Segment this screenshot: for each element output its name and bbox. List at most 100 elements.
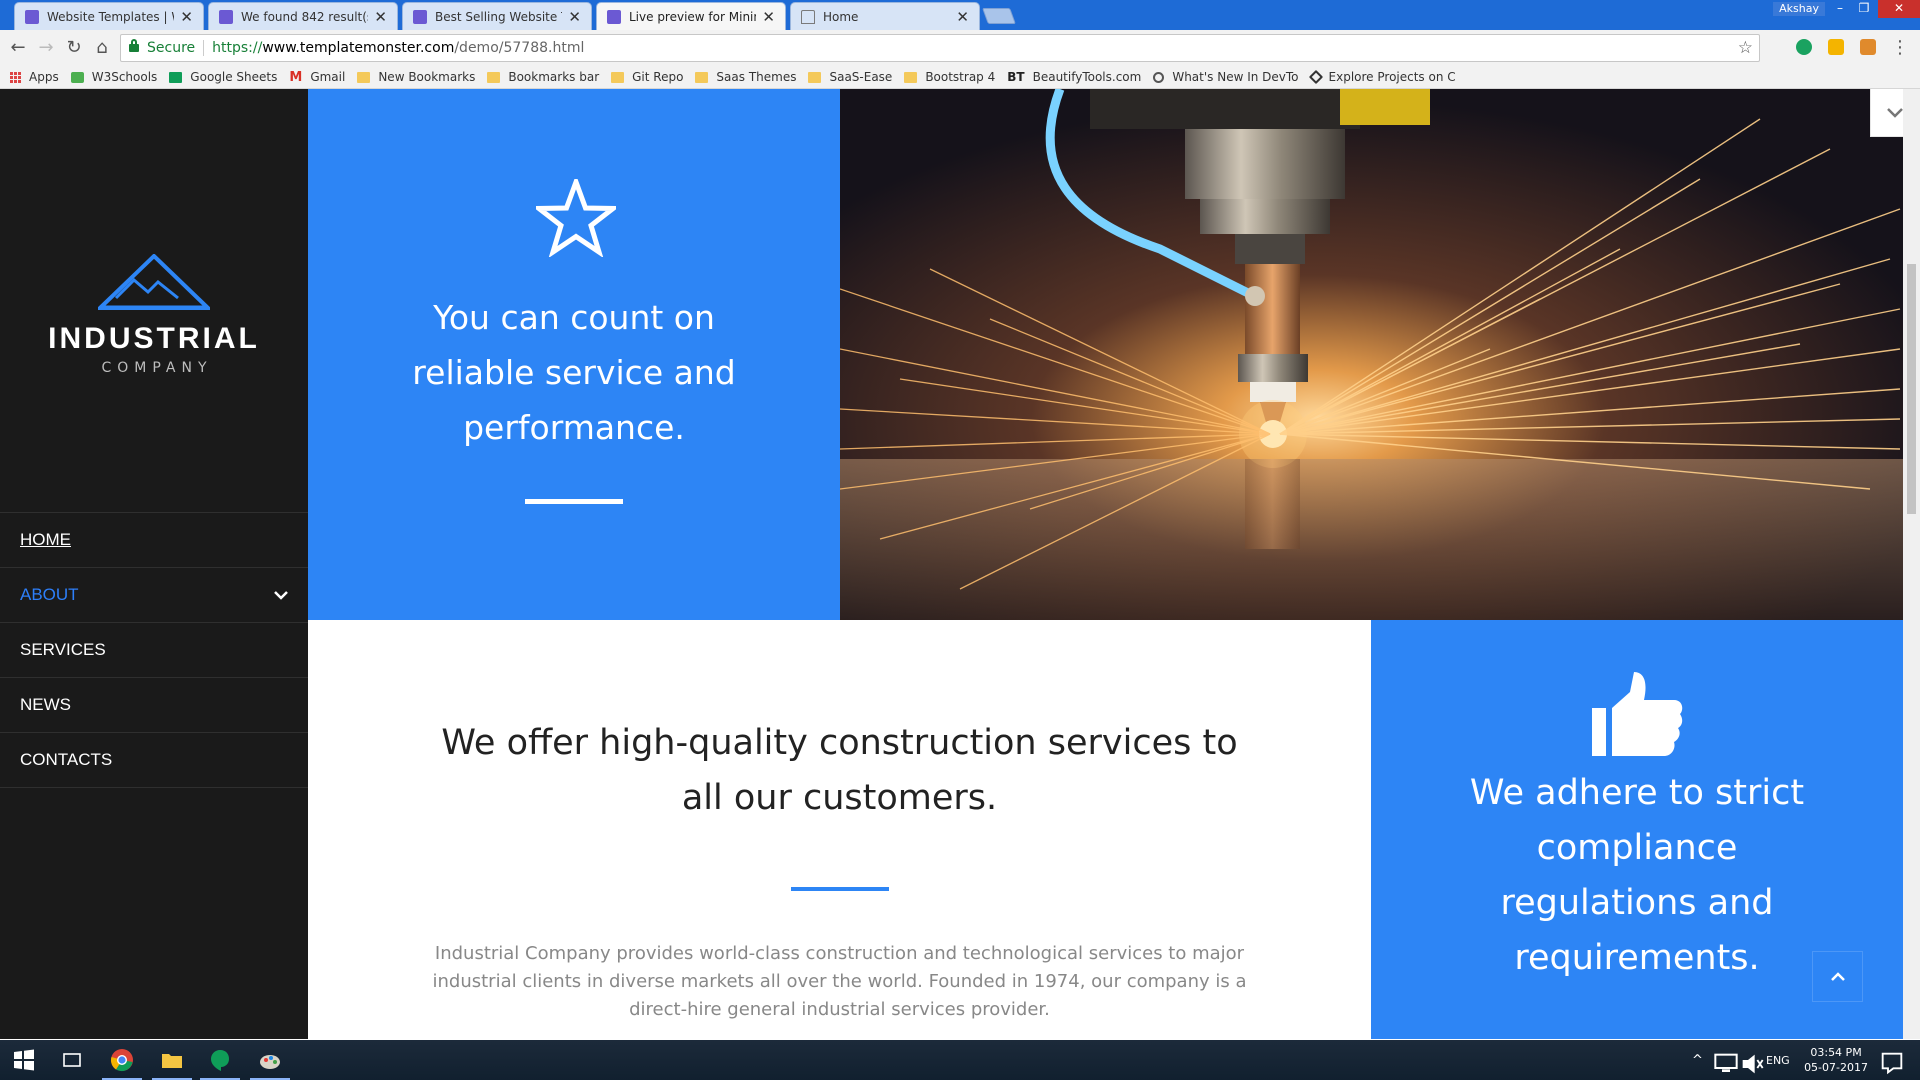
bookmark-star-icon[interactable]: ☆ bbox=[1738, 38, 1753, 58]
hangouts-icon[interactable] bbox=[208, 1048, 232, 1072]
close-window-icon[interactable]: ✕ bbox=[1878, 0, 1920, 18]
nav-item-home[interactable]: HOME bbox=[0, 513, 308, 568]
home-icon[interactable]: ⌂ bbox=[90, 36, 114, 60]
bookmark-folder[interactable]: Bookmarks bar bbox=[487, 70, 599, 84]
browser-tab[interactable]: Home ✕ bbox=[790, 2, 980, 30]
section-heading-line: We offer high-quality construction servi… bbox=[441, 723, 1238, 763]
menu-kebab-icon[interactable]: ⋮ bbox=[1888, 36, 1912, 60]
chevron-down-icon bbox=[1886, 107, 1903, 118]
tab-strip: Website Templates | Web ✕ We found 842 r… bbox=[0, 0, 1920, 30]
bookmark-folder[interactable]: Bootstrap 4 bbox=[904, 70, 995, 84]
nav-label: HOME bbox=[20, 530, 71, 549]
clock-time: 03:54 PM bbox=[1810, 1046, 1862, 1059]
windows-taskbar: ^ ENG 03:54 PM 05-07-2017 bbox=[0, 1040, 1920, 1080]
divider bbox=[203, 40, 205, 56]
browser-toolbar: ← → ↻ ⌂ Secure https://www.templatemonst… bbox=[0, 30, 1920, 66]
site-logo[interactable]: INDUSTRIAL COMPANY bbox=[0, 254, 308, 376]
notification-center-icon[interactable] bbox=[1880, 1051, 1904, 1075]
nav-item-services[interactable]: SERVICES bbox=[0, 623, 308, 678]
nav-item-contacts[interactable]: CONTACTS bbox=[0, 733, 308, 788]
feature-text-line: You can count on bbox=[433, 298, 715, 337]
nav-label: NEWS bbox=[20, 695, 71, 714]
paint-icon[interactable] bbox=[258, 1048, 282, 1072]
scrollbar-thumb[interactable] bbox=[1907, 264, 1916, 514]
extension-star-icon[interactable] bbox=[1828, 39, 1844, 55]
folder-icon bbox=[487, 71, 501, 83]
folder-icon bbox=[904, 71, 918, 83]
paragraph-line: Industrial Company provides world-class … bbox=[434, 943, 1245, 964]
tab-title: We found 842 result(s) bbox=[241, 9, 369, 24]
divider bbox=[525, 499, 623, 504]
language-indicator[interactable]: ENG bbox=[1766, 1040, 1790, 1080]
forward-icon[interactable]: → bbox=[34, 36, 58, 60]
extension-tool-icon[interactable] bbox=[1860, 39, 1876, 55]
task-view-icon[interactable] bbox=[60, 1048, 84, 1072]
address-bar[interactable]: Secure https://www.templatemonster.com/d… bbox=[120, 34, 1760, 62]
folder-icon bbox=[357, 71, 371, 83]
bookmark-folder[interactable]: Git Repo bbox=[611, 70, 683, 84]
bookmark-label: Gmail bbox=[310, 70, 346, 84]
back-icon[interactable]: ← bbox=[6, 36, 30, 60]
profile-name[interactable]: Akshay bbox=[1773, 2, 1825, 16]
bookmark-beautifytools[interactable]: BT BeautifyTools.com bbox=[1007, 70, 1141, 84]
lock-icon bbox=[129, 39, 139, 52]
close-tab-icon[interactable]: ✕ bbox=[374, 8, 387, 26]
page-favicon-icon bbox=[801, 9, 815, 24]
bookmark-google-sheets[interactable]: Google Sheets bbox=[169, 70, 277, 84]
close-tab-icon[interactable]: ✕ bbox=[956, 8, 969, 26]
page-scrollbar[interactable] bbox=[1903, 89, 1920, 1039]
bookmark-label: New Bookmarks bbox=[378, 70, 476, 84]
new-tab-button[interactable] bbox=[982, 8, 1016, 24]
chrome-icon[interactable] bbox=[110, 1048, 134, 1072]
folder-icon bbox=[695, 71, 709, 83]
tray-overflow-icon[interactable]: ^ bbox=[1692, 1040, 1703, 1080]
gmail-icon: M bbox=[289, 69, 303, 85]
nav-label: CONTACTS bbox=[20, 750, 113, 769]
feature-text-line: reliable service and bbox=[412, 353, 736, 392]
restore-icon[interactable]: ❐ bbox=[1850, 0, 1878, 18]
feature-text-line: regulations and bbox=[1500, 883, 1774, 923]
network-icon[interactable] bbox=[1714, 1052, 1738, 1076]
paragraph-line: industrial clients in diverse markets al… bbox=[432, 971, 1247, 992]
windows-start-icon[interactable] bbox=[12, 1048, 36, 1072]
bookmark-folder[interactable]: Saas Themes bbox=[695, 70, 796, 84]
browser-tab[interactable]: We found 842 result(s) ✕ bbox=[208, 2, 398, 30]
bt-icon: BT bbox=[1007, 70, 1025, 84]
back-to-top-button[interactable] bbox=[1812, 951, 1863, 1002]
bookmark-label: Saas Themes bbox=[716, 70, 797, 84]
paragraph-line: direct-hire general industrial services … bbox=[629, 999, 1050, 1020]
tab-title: Live preview for Mining C bbox=[629, 9, 756, 24]
bookmark-apps[interactable]: Apps bbox=[10, 70, 59, 84]
laser-cutting-photo bbox=[840, 89, 1903, 620]
browser-tab[interactable]: Website Templates | Web ✕ bbox=[14, 2, 204, 30]
tab-title: Home bbox=[823, 9, 859, 24]
bookmark-devtools[interactable]: What's New In DevTo bbox=[1153, 70, 1299, 84]
bookmark-w3schools[interactable]: W3Schools bbox=[70, 70, 157, 84]
templatemonster-favicon-icon bbox=[607, 9, 621, 24]
extension-green-icon[interactable] bbox=[1796, 39, 1812, 55]
file-explorer-icon[interactable] bbox=[160, 1048, 184, 1072]
nav-label: SERVICES bbox=[20, 640, 106, 659]
divider bbox=[791, 887, 889, 891]
reload-icon[interactable]: ↻ bbox=[62, 36, 86, 60]
devtools-icon bbox=[1153, 71, 1165, 83]
bookmark-folder[interactable]: New Bookmarks bbox=[357, 70, 475, 84]
bookmark-folder[interactable]: SaaS-Ease bbox=[808, 70, 892, 84]
bookmark-gmail[interactable]: M Gmail bbox=[289, 70, 345, 85]
close-tab-icon[interactable]: ✕ bbox=[180, 8, 193, 26]
browser-tab-active[interactable]: Live preview for Mining C ✕ bbox=[596, 2, 786, 30]
taskbar-clock[interactable]: 03:54 PM 05-07-2017 bbox=[1804, 1045, 1868, 1075]
nav-item-news[interactable]: NEWS bbox=[0, 678, 308, 733]
nav-item-about[interactable]: ABOUT bbox=[0, 568, 308, 623]
bookmark-codepen[interactable]: Explore Projects on C bbox=[1308, 69, 1456, 85]
volume-muted-icon[interactable] bbox=[1740, 1052, 1764, 1076]
close-tab-icon[interactable]: ✕ bbox=[568, 8, 581, 26]
bookmark-label: Git Repo bbox=[632, 70, 684, 84]
w3schools-icon bbox=[70, 71, 84, 83]
folder-icon bbox=[808, 71, 822, 83]
chevron-down-icon[interactable] bbox=[274, 587, 288, 603]
star-icon bbox=[536, 179, 616, 257]
sidebar: INDUSTRIAL COMPANY HOME ABOUT SERVICES N… bbox=[0, 89, 308, 1039]
close-tab-icon[interactable]: ✕ bbox=[762, 8, 775, 26]
browser-tab[interactable]: Best Selling Website Tem ✕ bbox=[402, 2, 592, 30]
